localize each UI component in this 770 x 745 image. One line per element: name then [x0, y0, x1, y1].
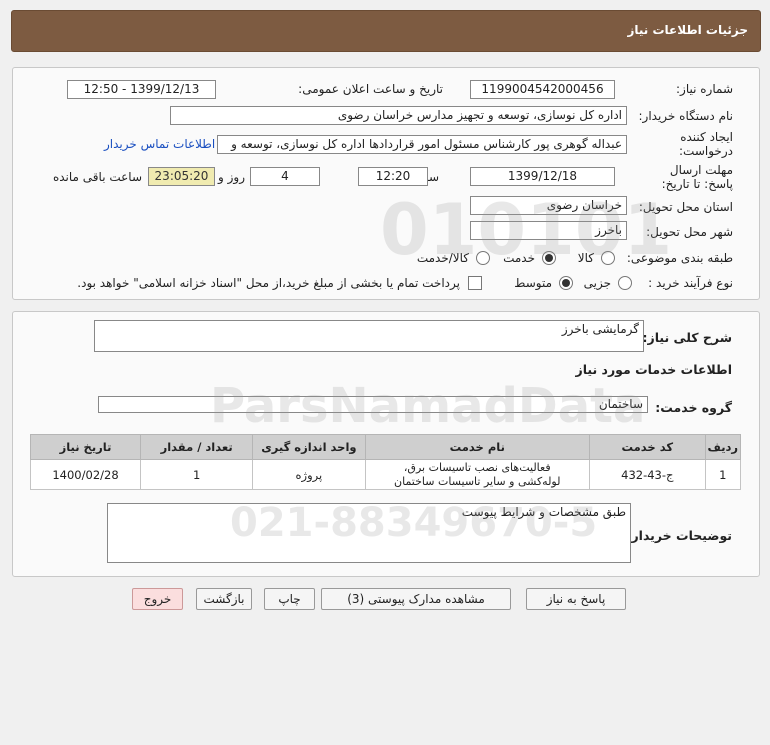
requester-field: عبداله گوهری پور کارشناس مسئول امور قرار… [217, 135, 627, 154]
col-name-header: نام خدمت [364, 434, 590, 460]
services-title: اطلاعات خدمات مورد نیاز [575, 362, 733, 377]
col-qty-header: تعداد / مقدار [140, 434, 254, 460]
deadline-label: مهلت ارسال پاسخ: تا تاریخ: [661, 163, 733, 191]
remaining-label: ساعت باقی مانده [52, 170, 142, 184]
need-number-field: 1199004542000456 [470, 80, 615, 99]
category-both-radio[interactable] [476, 251, 490, 265]
cell-service-code: ج-43-432 [588, 459, 706, 490]
buyer-notes-field: طبق مشخصات و شرایط پیوست [107, 503, 631, 563]
remaining-time-field: 23:05:20 [148, 167, 215, 186]
category-both-label: کالا/خدمت [416, 251, 469, 265]
back-button[interactable]: بازگشت [196, 588, 252, 610]
summary-field: گرمایشی باخرز [94, 320, 644, 352]
page-header: جزئیات اطلاعات نیاز [11, 10, 761, 52]
category-label: طبقه بندی موضوعی: [626, 251, 733, 265]
reply-button[interactable]: پاسخ به نیاز [526, 588, 626, 610]
requester-label: ایجاد کننده درخواست: [679, 130, 733, 158]
service-group-field: ساختمان [98, 396, 648, 413]
cell-row-number: 1 [704, 459, 742, 490]
announce-field: 1399/12/13 - 12:50 [67, 80, 216, 99]
col-unit-header: واحد اندازه گیری [252, 434, 366, 460]
cell-service-name: فعالیت‌های نصب تاسیسات برق، لوله‌کشی و س… [364, 459, 590, 490]
print-button[interactable]: چاپ [264, 588, 315, 610]
summary-label: شرح کلی نیاز: [642, 330, 732, 345]
purchase-type-label: نوع فرآیند خرید : [648, 276, 733, 290]
services-table: ردیف کد خدمت نام خدمت واحد اندازه گیری ت… [29, 434, 742, 490]
buyer-org-label: نام دستگاه خریدار: [638, 109, 734, 123]
table-row: 1 ج-43-432 فعالیت‌های نصب تاسیسات برق، ل… [29, 459, 742, 490]
purchase-medium-radio[interactable] [559, 276, 573, 290]
buyer-org-field: اداره کل نوسازی، توسعه و تجهیز مدارس خرا… [170, 106, 627, 125]
contact-buyer-link[interactable]: اطلاعات تماس خریدار [104, 137, 215, 151]
exit-button[interactable]: خروج [132, 588, 183, 610]
deadline-time-field: 12:20 [358, 167, 428, 186]
col-code-header: کد خدمت [588, 434, 706, 460]
city-label: شهر محل تحویل: [646, 225, 733, 239]
city-field: باخرز [470, 221, 627, 240]
purchase-medium-label: متوسط [514, 276, 552, 290]
cell-quantity: 1 [140, 459, 254, 490]
category-goods-label: کالا [577, 251, 594, 265]
page-title: جزئیات اطلاعات نیاز [627, 23, 748, 37]
service-group-label: گروه خدمت: [655, 400, 732, 415]
attachments-button[interactable]: مشاهده مدارک پیوستی (3) [321, 588, 511, 610]
table-header-row: ردیف کد خدمت نام خدمت واحد اندازه گیری ت… [29, 434, 742, 460]
purchase-minor-radio[interactable] [618, 276, 632, 290]
category-service-label: خدمت [503, 251, 535, 265]
category-goods-radio[interactable] [601, 251, 615, 265]
province-field: خراسان رضوی [470, 196, 627, 215]
buyer-notes-label: توضیحات خریدار: [626, 528, 732, 543]
col-date-header: تاریخ نیاز [29, 434, 142, 460]
cell-unit: پروژه [252, 459, 366, 490]
days-label: روز و [218, 170, 245, 184]
need-number-label: شماره نیاز: [676, 82, 733, 96]
announce-label: تاریخ و ساعت اعلان عمومی: [298, 82, 443, 96]
days-field: 4 [250, 167, 320, 186]
purchase-minor-label: جزیی [583, 276, 611, 290]
col-row-header: ردیف [704, 434, 742, 460]
cell-need-date: 1400/02/28 [29, 459, 142, 490]
treasury-payment-checkbox[interactable] [468, 276, 482, 290]
treasury-payment-note: پرداخت تمام یا بخشی از مبلغ خرید،از محل … [77, 276, 460, 290]
province-label: استان محل تحویل: [638, 200, 733, 214]
deadline-date-field: 1399/12/18 [470, 167, 615, 186]
category-service-radio[interactable] [542, 251, 556, 265]
